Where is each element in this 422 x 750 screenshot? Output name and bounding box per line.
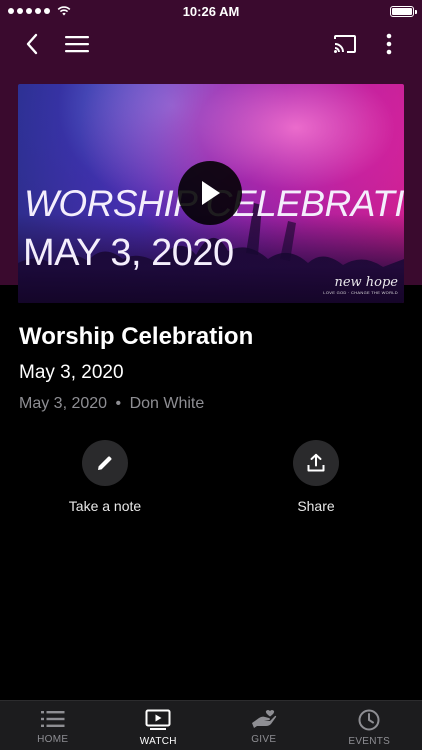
- nav-bar: [0, 26, 422, 62]
- back-button[interactable]: [18, 26, 46, 62]
- cast-icon: [334, 35, 356, 53]
- pencil-icon: [98, 456, 112, 470]
- share-circle[interactable]: [293, 440, 339, 486]
- more-options-button[interactable]: [376, 26, 402, 62]
- video-overlay-date: MAY 3, 2020: [23, 232, 234, 274]
- tab-events[interactable]: EVENTS: [317, 701, 422, 750]
- battery-icon: [390, 5, 417, 17]
- share-icon: [307, 453, 325, 472]
- tab-home-label: HOME: [37, 734, 69, 745]
- meta-bullet: •: [115, 395, 122, 412]
- tab-home[interactable]: HOME: [0, 701, 106, 750]
- video-play-icon: [145, 709, 171, 730]
- wifi-icon: [57, 6, 71, 16]
- menu-button[interactable]: [62, 26, 92, 62]
- page-subtitle: May 3, 2020: [19, 362, 124, 383]
- tab-events-label: EVENTS: [348, 736, 391, 747]
- take-note-circle[interactable]: [82, 440, 128, 486]
- giving-hand-icon: [251, 710, 276, 728]
- take-note-button[interactable]: Take a note: [45, 440, 165, 514]
- tab-watch[interactable]: WATCH: [106, 701, 212, 750]
- more-vertical-icon: [386, 33, 392, 55]
- tab-give[interactable]: GIVE: [211, 701, 317, 750]
- tab-watch-label: WATCH: [139, 736, 177, 747]
- play-icon: [202, 181, 220, 205]
- status-bar: 10:26 AM: [0, 0, 422, 22]
- video-thumbnail[interactable]: WORSHIP CELEBRATION MAY 3, 2020 new hope…: [18, 84, 404, 303]
- status-time: 10:26 AM: [182, 3, 240, 19]
- meta-date: May 3, 2020: [19, 395, 108, 412]
- brand-tagline: LOVE GOD · CHANGE THE WORLD: [323, 290, 398, 295]
- screen: 10:26 AM WORSHIP CELEBRATI MAY 3, 2020 n…: [0, 0, 422, 750]
- share-label: Share: [297, 498, 335, 514]
- share-button[interactable]: Share: [256, 440, 376, 514]
- brand-name: new hope: [334, 275, 398, 290]
- tab-bar: HOME WATCH GIVE EVENTS: [0, 700, 422, 750]
- list-icon: [40, 711, 65, 727]
- play-button[interactable]: [178, 161, 242, 225]
- chevron-left-icon: [26, 33, 38, 55]
- take-note-label: Take a note: [68, 498, 142, 514]
- page-title: Worship Celebration: [19, 323, 254, 350]
- hamburger-menu-icon: [65, 36, 89, 53]
- brand-logo: new hope LOVE GOD · CHANGE THE WORLD: [323, 275, 398, 295]
- cast-button[interactable]: [330, 26, 360, 62]
- cellular-signal-icon: [8, 6, 71, 16]
- clock-icon: [358, 709, 380, 731]
- meta-line: May 3, 2020 • Don White: [19, 395, 204, 413]
- tab-give-label: GIVE: [251, 734, 277, 745]
- meta-speaker: Don White: [129, 395, 205, 412]
